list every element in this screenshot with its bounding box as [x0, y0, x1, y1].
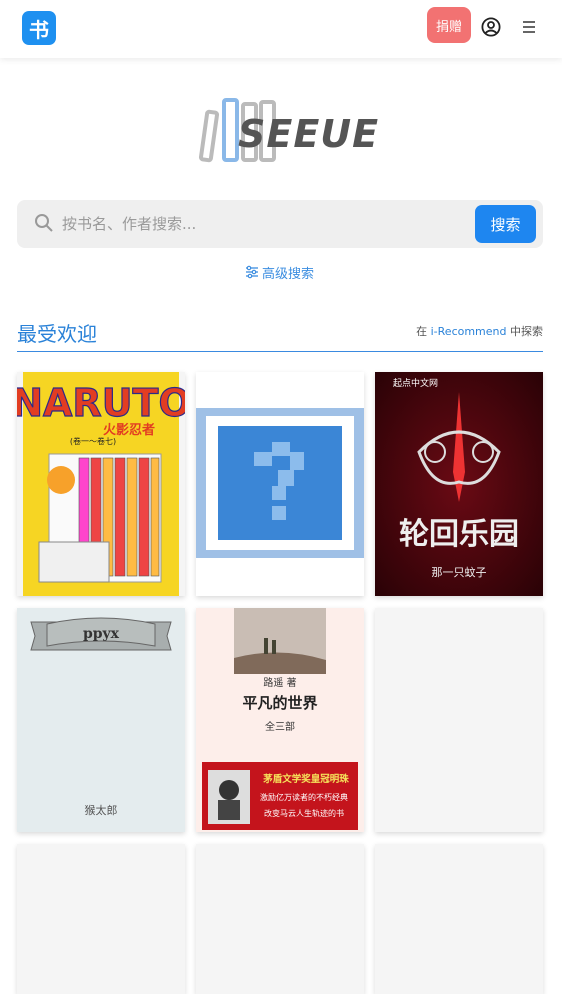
book-edition: 全三部 — [265, 720, 295, 733]
blurb-line-3: 改变马云人生轨迹的书 — [264, 808, 344, 818]
explore-suffix: 中探索 — [510, 325, 543, 338]
naruto-subtitle: 火影忍者 — [103, 422, 155, 438]
book-card-unknown[interactable] — [196, 372, 364, 596]
advanced-search-label: 高级搜索 — [262, 266, 315, 282]
explore-prefix: 在 — [416, 325, 428, 338]
book-cover: ppyx 猴太郎 — [17, 608, 185, 832]
blurb-line-2: 激励亿万读者的不朽经典 — [260, 792, 348, 802]
section-title: 最受欢迎 — [17, 322, 97, 346]
book-cover: 路遥 著 平凡的世界 全三部 茅盾文学奖皇冠明珠 激励亿万读者的不朽经典 改变马… — [196, 608, 364, 832]
book-author: 猴太郎 — [85, 803, 118, 817]
book-cover: 起点中文网 轮回乐园 那一只蚊子 — [375, 372, 543, 596]
donate-button[interactable]: 捐赠 — [427, 7, 471, 43]
brand-name: SEEUE — [238, 112, 380, 156]
blurb-line-1: 茅盾文学奖皇冠明珠 — [262, 773, 349, 785]
naruto-title: NARUTO — [17, 381, 185, 425]
author-line: 路遥 著 — [263, 676, 296, 689]
book-card-empty[interactable] — [196, 844, 364, 994]
menu-icon[interactable] — [520, 18, 538, 36]
publisher-label: 起点中文网 — [393, 377, 438, 389]
search-button[interactable]: 搜索 — [475, 205, 536, 243]
book-card-empty[interactable] — [375, 608, 543, 832]
book-cover: NARUTO 火影忍者 (卷一～卷七) — [17, 372, 185, 596]
user-circle-icon[interactable] — [481, 17, 501, 37]
book-title: 轮回乐园 — [399, 517, 519, 552]
book-card-lunhui-leyuan[interactable]: 起点中文网 轮回乐园 那一只蚊子 — [375, 372, 543, 596]
book-card-empty[interactable] — [375, 844, 543, 994]
book-card-naruto[interactable]: NARUTO 火影忍者 (卷一～卷七) — [17, 372, 185, 596]
search-input[interactable] — [62, 204, 462, 244]
explore-note: 在 i-Recommend 中探索 — [416, 323, 543, 339]
book-card-ppyx[interactable]: ppyx 猴太郎 — [17, 608, 185, 832]
sliders-icon — [246, 265, 258, 279]
brand-logo: SEEUE — [198, 96, 378, 166]
top-nav: 书 捐赠 — [0, 0, 562, 58]
section-divider — [17, 351, 543, 352]
i-recommend-link[interactable]: i-Recommend — [431, 325, 507, 338]
book-title: ppyx — [83, 626, 120, 642]
book-author: 那一只蚊子 — [432, 565, 487, 579]
advanced-search-link[interactable]: 高级搜索 — [245, 262, 314, 282]
book-card-pingfan-de-shijie[interactable]: 路遥 著 平凡的世界 全三部 茅盾文学奖皇冠明珠 激励亿万读者的不朽经典 改变马… — [196, 608, 364, 832]
book-card-empty[interactable] — [17, 844, 185, 994]
naruto-volumes: (卷一～卷七) — [70, 436, 116, 446]
site-logo[interactable]: 书 — [22, 11, 56, 45]
search-icon — [35, 214, 53, 232]
book-title: 平凡的世界 — [242, 694, 317, 712]
placeholder-cover — [196, 372, 364, 596]
